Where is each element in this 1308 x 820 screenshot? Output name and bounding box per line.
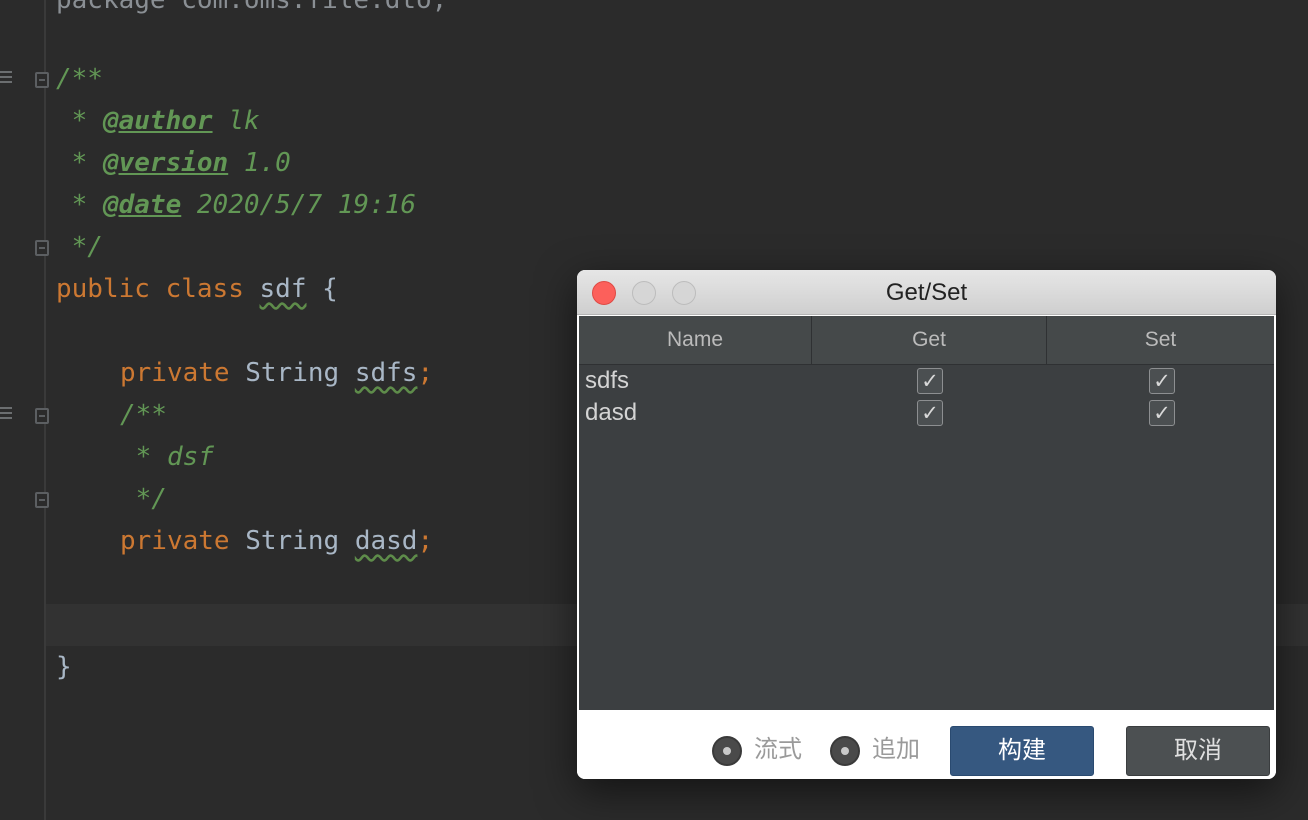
stream-radio[interactable] [712, 736, 742, 766]
column-header-name[interactable]: Name [579, 316, 811, 364]
fields-table: Name Get Set sdfs ✓ ✓ dasd ✓ ✓ [579, 316, 1274, 710]
javadoc-tag: @date [102, 190, 182, 220]
code-line: * @version 1.0 [56, 142, 291, 184]
cancel-button[interactable]: 取消 [1126, 726, 1270, 776]
keyword: private [120, 526, 230, 556]
get-checkbox[interactable]: ✓ [917, 368, 943, 394]
code-line: * @date 2020/5/7 19:16 [56, 184, 416, 226]
class-name: sdf [259, 274, 307, 304]
code-line: /** [56, 58, 103, 100]
code-line: /** [120, 394, 167, 436]
comment-star: * [56, 190, 103, 220]
type-name: String [229, 526, 355, 556]
javadoc-value: 1.0 [228, 148, 291, 178]
code-line: */ [120, 478, 167, 520]
javadoc-close: */ [56, 232, 103, 262]
column-header-get[interactable]: Get [811, 316, 1046, 364]
get-checkbox[interactable]: ✓ [917, 400, 943, 426]
fold-toggle-icon[interactable] [35, 240, 49, 256]
javadoc-open: /** [56, 64, 103, 94]
comment-star: * [56, 148, 103, 178]
column-header-set[interactable]: Set [1046, 316, 1274, 364]
table-header: Name Get Set [579, 316, 1274, 365]
bookmark-icon [0, 71, 12, 86]
dialog-footer: 流式 追加 构建 取消 [577, 712, 1276, 779]
javadoc-text: * dsf [120, 442, 214, 472]
dialog-titlebar[interactable]: Get/Set [577, 270, 1276, 315]
javadoc-value: 2020/5/7 19:16 [181, 190, 417, 220]
set-checkbox[interactable]: ✓ [1149, 368, 1175, 394]
javadoc-close: */ [120, 484, 167, 514]
semicolon: ; [417, 358, 434, 388]
package-statement: package com.oms.file.dto; [56, 0, 448, 15]
code-line-field: private String sdfs; [120, 352, 433, 394]
code-line: * dsf [120, 436, 214, 478]
field-name-cell: sdfs [585, 367, 630, 394]
append-radio[interactable] [830, 736, 860, 766]
brace: { [306, 274, 338, 304]
append-radio-label[interactable]: 追加 [872, 734, 920, 766]
keyword: private [120, 358, 230, 388]
javadoc-tag: @version [102, 148, 229, 178]
code-line: * @author lk [56, 100, 260, 142]
set-checkbox[interactable]: ✓ [1149, 400, 1175, 426]
build-button[interactable]: 构建 [950, 726, 1094, 776]
type-name: String [229, 358, 355, 388]
brace: } [56, 652, 72, 682]
comment-star: * [56, 106, 103, 136]
table-row[interactable]: sdfs ✓ ✓ [579, 365, 1274, 397]
code-line: */ [56, 226, 103, 268]
stream-radio-label[interactable]: 流式 [754, 734, 802, 766]
fold-toggle-icon[interactable] [35, 408, 49, 424]
table-row[interactable]: dasd ✓ ✓ [579, 397, 1274, 429]
dialog-title: Get/Set [885, 279, 968, 306]
get-set-dialog: Get/Set Name Get Set sdfs ✓ ✓ dasd ✓ ✓ 流… [577, 270, 1276, 779]
code-line-package: package com.oms.file.dto; [56, 0, 447, 21]
code-line-class: public class sdf { [56, 268, 338, 310]
code-line-field: private String dasd; [120, 520, 433, 562]
keyword: class [165, 274, 244, 304]
keyword: public [56, 274, 150, 304]
fold-toggle-icon[interactable] [35, 492, 49, 508]
fold-toggle-icon[interactable] [35, 72, 49, 88]
javadoc-tag: @author [102, 106, 213, 136]
code-line: } [56, 646, 72, 688]
field-name: sdfs [354, 358, 418, 388]
bookmark-icon [0, 407, 12, 422]
semicolon: ; [417, 526, 434, 556]
javadoc-open: /** [120, 400, 167, 430]
javadoc-value: lk [212, 106, 260, 136]
field-name-cell: dasd [585, 399, 638, 426]
field-name: dasd [354, 526, 418, 556]
